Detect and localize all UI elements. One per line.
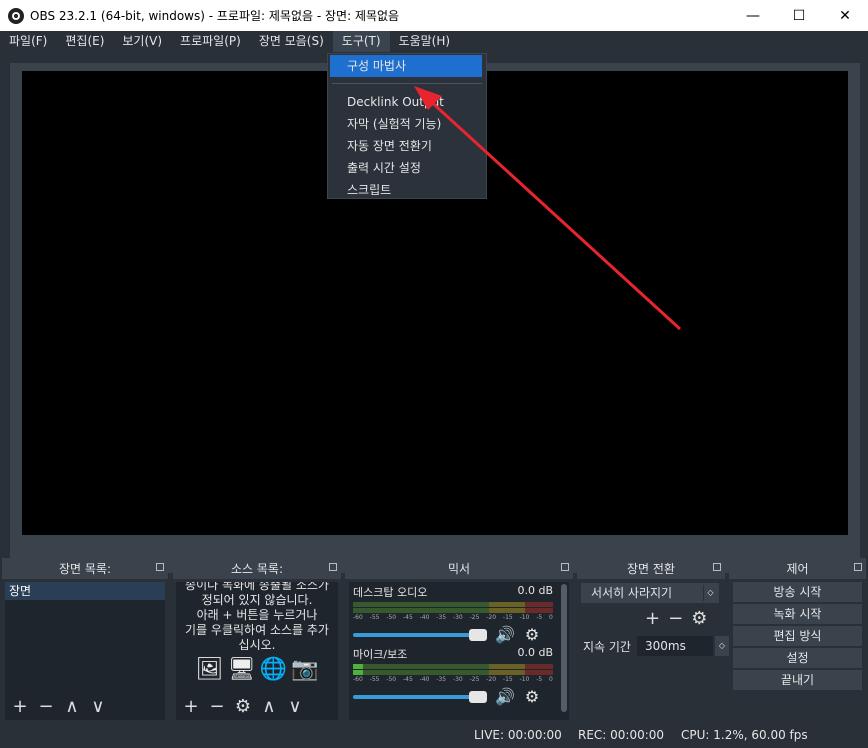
arrow-line: [425, 96, 682, 331]
annotation-arrow: [414, 86, 682, 331]
